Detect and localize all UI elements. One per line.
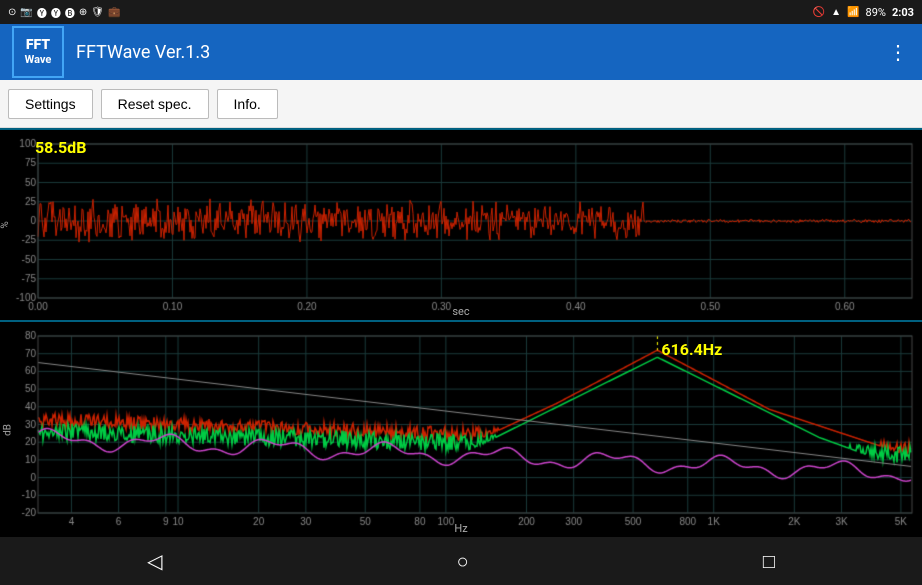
wave-x-unit: sec (452, 305, 469, 318)
status-bar: ⊙ 📷 🅨 🅨 🅑 ⊕ 🛡 💼 🚫 ▲ 📶 89% 2:03 (0, 0, 922, 24)
fft-canvas (0, 322, 922, 537)
signal-icon: 📶 (847, 7, 859, 18)
app-title: FFTWave Ver.1.3 (76, 42, 888, 63)
settings-button[interactable]: Settings (8, 89, 93, 119)
sys-icon-2: 📷 (20, 7, 32, 18)
toolbar: Settings Reset spec. Info. (0, 80, 922, 128)
sys-icon-7: 🛡 (91, 7, 104, 18)
reset-spec-button[interactable]: Reset spec. (101, 89, 209, 119)
app-bar: FFT Wave FFTWave Ver.1.3 ⋮ (0, 24, 922, 80)
info-button[interactable]: Info. (217, 89, 278, 119)
status-bar-left: ⊙ 📷 🅨 🅨 🅑 ⊕ 🛡 💼 (8, 5, 120, 20)
sys-icon-4: 🅨 (51, 5, 61, 20)
app-icon: FFT Wave (12, 26, 64, 78)
recent-button[interactable]: □ (739, 541, 799, 582)
wave-db-label: 58.5dB (35, 138, 86, 157)
clock: 2:03 (892, 6, 914, 19)
sys-icon-8: 💼 (108, 7, 120, 18)
fft-x-unit: Hz (454, 522, 467, 535)
status-bar-right: 🚫 ▲ 📶 89% 2:03 (813, 6, 914, 19)
home-button[interactable]: ○ (433, 541, 493, 582)
fft-freq-label: 616.4Hz (661, 340, 722, 359)
no-sim-icon: 🚫 (813, 7, 825, 18)
back-button[interactable]: ◁ (123, 541, 186, 581)
wave-y-unit: % (0, 221, 11, 228)
nav-bar: ◁ ○ □ (0, 537, 922, 585)
fft-chart: 616.4Hz dB Hz (0, 322, 922, 537)
sys-icon-6: ⊕ (79, 7, 87, 18)
wifi-icon: ▲ (831, 7, 841, 18)
wave-canvas (0, 130, 922, 320)
more-options-icon[interactable]: ⋮ (888, 40, 910, 64)
charts-area: 58.5dB % sec 616.4Hz dB Hz (0, 128, 922, 537)
fft-y-unit: dB (2, 424, 13, 436)
sys-icon-3: 🅨 (37, 5, 47, 20)
wave-chart: 58.5dB % sec (0, 130, 922, 320)
battery-percent: 89% (866, 6, 886, 19)
sys-icon-1: ⊙ (8, 7, 16, 18)
sys-icon-5: 🅑 (65, 5, 75, 20)
